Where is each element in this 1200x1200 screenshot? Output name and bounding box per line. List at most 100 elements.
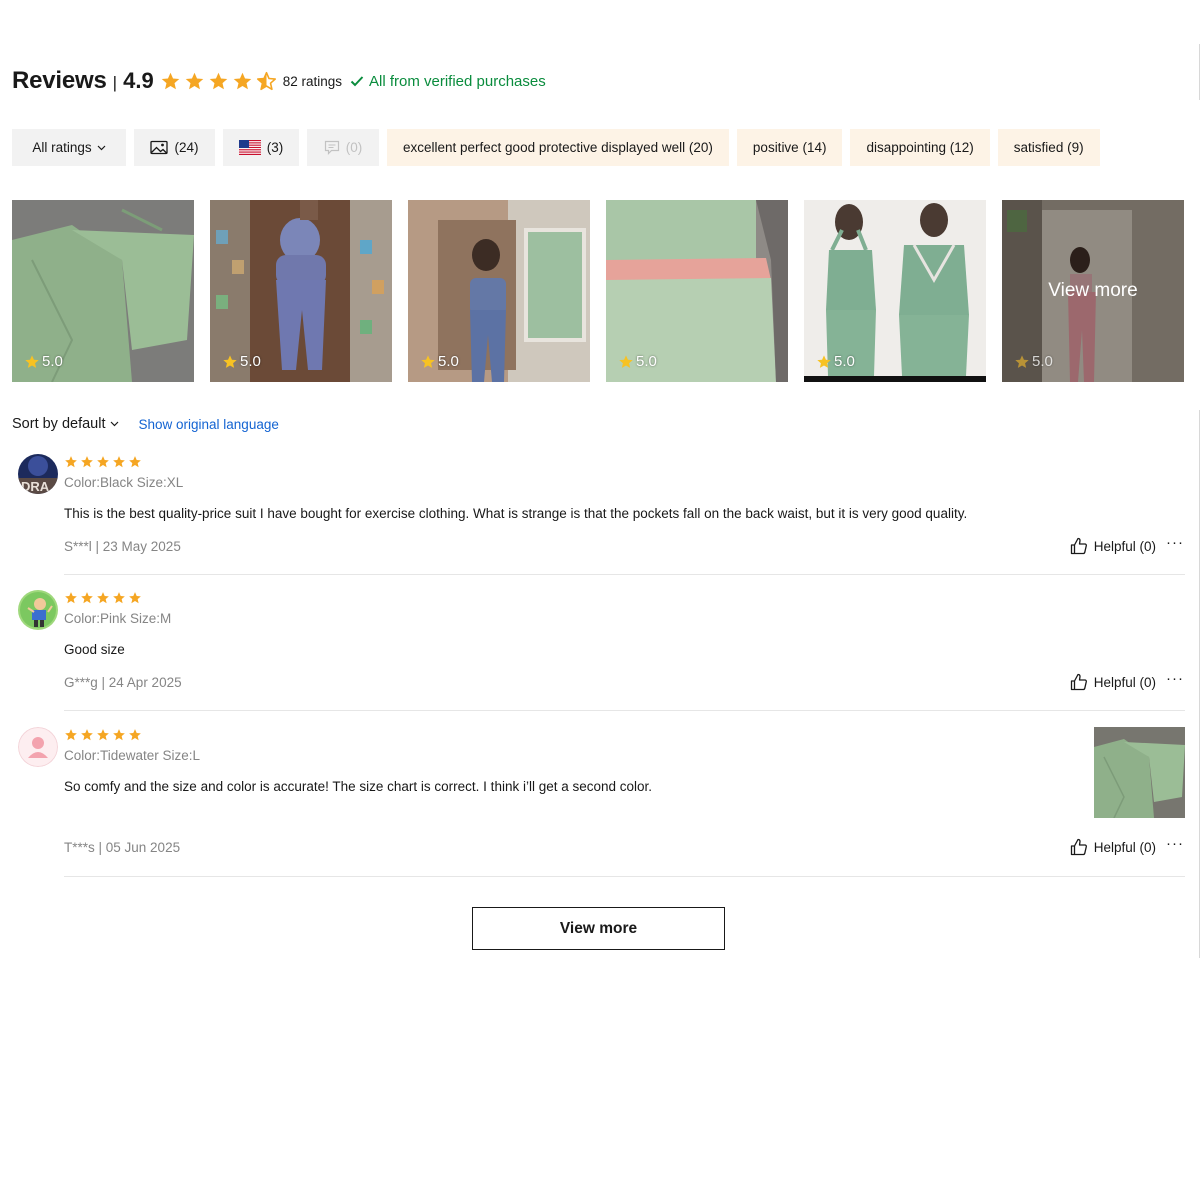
review-attributes: Color:Tidewater Size:L [64,748,201,763]
review-meta: S***l | 23 May 2025 [64,539,181,554]
view-more-photos-thumbnail[interactable]: View more 5.0 [1002,200,1184,382]
star-icon [209,72,227,89]
star-icon [97,456,109,468]
show-original-language-link[interactable]: Show original language [139,417,279,432]
thumbs-up-icon [1070,537,1087,555]
chevron-down-icon [110,421,118,427]
review-stars [64,591,142,605]
star-icon [25,354,39,368]
star-icon [65,729,77,741]
star-icon [129,729,141,741]
tag-satisfied[interactable]: satisfied (9) [997,129,1100,166]
avatar: DRA [18,454,58,494]
review-attached-photo[interactable] [1094,727,1185,818]
thumbnail-rating: 5.0 [420,353,459,370]
review-stars [64,455,142,469]
title-separator: | [112,73,118,92]
sort-label: Sort by default [12,416,106,432]
star-icon [65,592,77,604]
sort-bar: Sort by default Show original language [12,416,279,432]
average-stars [160,71,277,92]
thumbnail-rating-value: 5.0 [636,353,657,370]
reviews-header: Reviews | 4.9 82 ratings All from verifi… [12,64,546,98]
all-ratings-dropdown[interactable]: All ratings [12,129,126,166]
star-icon [97,729,109,741]
filter-comments[interactable]: (0) [307,129,379,166]
default-avatar-icon [18,727,58,767]
review-meta: G***g | 24 Apr 2025 [64,675,182,690]
review-stars [64,728,142,742]
tag-excellent[interactable]: excellent perfect good protective displa… [387,129,729,166]
ratings-count: 82 ratings [282,73,342,89]
thumbnail-rating: 5.0 [24,353,63,370]
star-icon [113,456,125,468]
tag-label: positive (14) [752,140,827,155]
star-icon [161,72,179,89]
thumbs-up-icon [1070,673,1087,691]
star-icon [223,354,237,368]
verified-purchases: All from verified purchases [350,73,546,90]
thumbnail-rating-value: 5.0 [42,353,63,370]
view-more-button[interactable]: View more [472,907,725,950]
helpful-button[interactable]: Helpful (0) [1070,838,1156,856]
review-photo-gallery: 5.0 5.0 5.0 5.0 5.0 View more 5.0 [12,200,1184,382]
review-attributes: Color:Pink Size:M [64,611,172,626]
review-photo-thumbnail[interactable]: 5.0 [408,200,590,382]
tag-disappointing[interactable]: disappointing (12) [850,129,990,166]
review-photo-thumbnail[interactable]: 5.0 [210,200,392,382]
review-photo-thumbnail[interactable]: 5.0 [804,200,986,382]
helpful-label: Helpful (0) [1093,674,1156,690]
review-meta: T***s | 05 Jun 2025 [64,840,181,855]
average-score: 4.9 [123,68,154,93]
review-text: So comfy and the size and color is accur… [64,779,653,794]
star-icon [421,354,435,368]
avatar-image: DRA [18,454,58,494]
helpful-label: Helpful (0) [1093,538,1156,554]
more-options-icon[interactable]: ··· [1166,835,1184,852]
more-options-icon[interactable]: ··· [1166,534,1184,551]
star-icon [81,592,93,604]
photos-count: (24) [174,140,199,155]
tag-positive[interactable]: positive (14) [736,129,843,166]
thumbnail-rating-value: 5.0 [834,353,855,370]
comment-icon [324,140,339,155]
thumbnail-rating-value: 5.0 [1032,353,1053,370]
avatar [18,590,58,630]
tag-label: excellent perfect good protective displa… [403,140,713,155]
divider [64,710,1185,711]
filter-with-photos[interactable]: (24) [134,129,215,166]
sort-dropdown[interactable]: Sort by default [12,416,119,432]
review-attributes: Color:Black Size:XL [64,475,184,490]
more-options-icon[interactable]: ··· [1166,670,1184,687]
verified-text: All from verified purchases [368,72,546,90]
thumbnail-rating: 5.0 [1014,353,1053,370]
star-icon [113,592,125,604]
filter-country[interactable]: (3) [223,129,299,166]
checkmark-icon [350,76,364,87]
helpful-label: Helpful (0) [1093,839,1156,855]
avatar [18,727,58,767]
thumbnail-rating-value: 5.0 [438,353,459,370]
thumbnail-rating: 5.0 [816,353,855,370]
star-icon [233,72,251,89]
tag-label: satisfied (9) [1013,140,1084,155]
star-icon [817,354,831,368]
star-icon [1015,354,1029,368]
star-icon [65,456,77,468]
review-photo-thumbnail[interactable]: 5.0 [606,200,788,382]
thumbnail-rating: 5.0 [618,353,657,370]
image-icon [150,140,169,155]
review-text: Good size [64,642,125,657]
country-count: (3) [266,140,284,155]
thumbnail-rating-value: 5.0 [240,353,261,370]
star-icon [81,729,93,741]
star-icon [619,354,633,368]
chevron-down-icon [97,145,106,150]
star-icon [113,729,125,741]
helpful-button[interactable]: Helpful (0) [1070,673,1156,691]
review-photo-thumbnail[interactable]: 5.0 [12,200,194,382]
thumbs-up-icon [1070,838,1087,856]
view-more-photos-label: View more [1048,280,1138,301]
divider [64,574,1185,575]
helpful-button[interactable]: Helpful (0) [1070,537,1156,555]
